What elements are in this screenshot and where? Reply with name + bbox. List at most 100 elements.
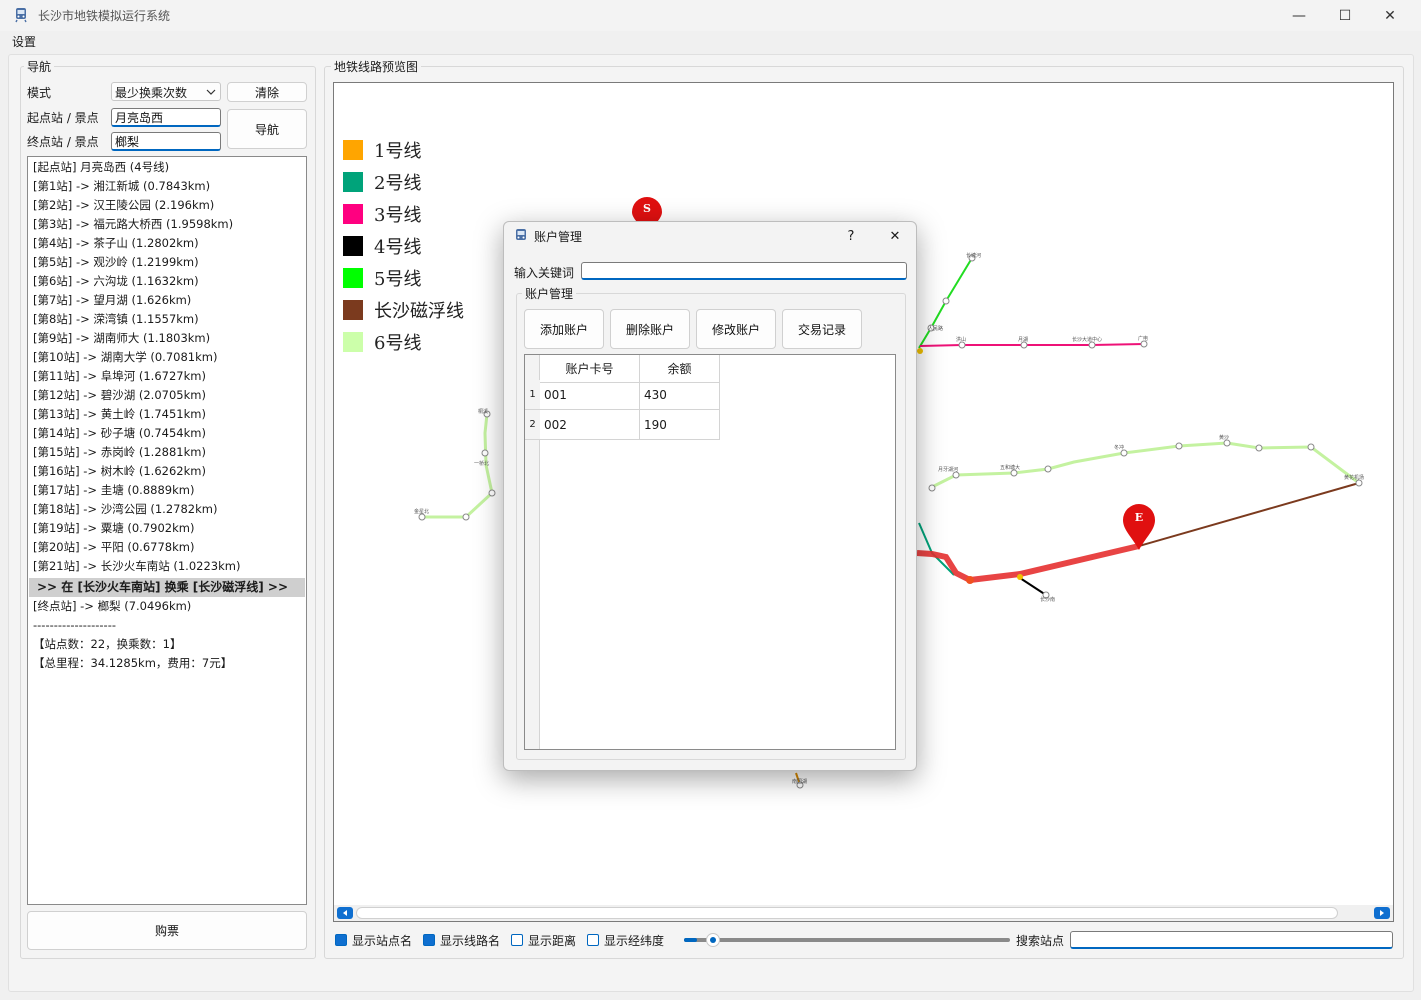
- keyword-input[interactable]: [581, 262, 907, 280]
- legend-label: 长沙磁浮线: [374, 301, 464, 322]
- transfer-station-dot: [1017, 574, 1023, 580]
- route-step: [第20站] -> 平阳 (0.6778km): [33, 540, 195, 554]
- help-button[interactable]: ?: [838, 222, 864, 250]
- route-step: [第19站] -> 粟塘 (0.7902km): [33, 521, 195, 535]
- start-label: 起点站 / 景点: [27, 111, 99, 125]
- menu-bar: [0, 31, 1421, 50]
- svg-text:南国湖: 南国湖: [792, 778, 807, 785]
- legend-label: 4号线: [374, 237, 422, 258]
- mode-select[interactable]: 最少换乘次数: [111, 82, 221, 101]
- buy-ticket-button[interactable]: 购票: [27, 911, 307, 950]
- scroll-left-icon: [343, 910, 347, 916]
- add-account-button[interactable]: 添加账户: [524, 309, 604, 349]
- menu-settings[interactable]: 设置: [12, 33, 36, 50]
- route-step: [第6站] -> 六沟垅 (1.1632km): [33, 274, 199, 288]
- route-step: [起点站] 月亮岛西 (4号线): [33, 160, 170, 174]
- route-step: [第12站] -> 碧沙湖 (2.0705km): [33, 388, 206, 402]
- end-station-input[interactable]: [111, 132, 221, 151]
- navigate-button[interactable]: 导航: [227, 109, 307, 149]
- map-horizontal-scrollbar[interactable]: [334, 905, 1393, 921]
- svg-text:五和塘大: 五和塘大: [1000, 464, 1020, 471]
- zoom-slider-thumb[interactable]: [706, 933, 721, 947]
- clear-button[interactable]: 清除: [227, 82, 307, 102]
- svg-text:月牙湖河: 月牙湖河: [938, 466, 958, 473]
- account-table[interactable]: 账户卡号 余额 1 001 430 2 002 190: [524, 354, 896, 750]
- zoom-slider-fill: [684, 938, 698, 942]
- column-header-card[interactable]: 账户卡号: [540, 355, 640, 383]
- legend-label: 1号线: [374, 141, 422, 162]
- search-station-input[interactable]: [1070, 931, 1393, 949]
- route-summary-distance: 【总里程：34.1285km，费用：7元】: [33, 656, 233, 670]
- route-result-list[interactable]: [起点站] 月亮岛西 (4号线) [第1站] -> 湘江新城 (0.7843km)…: [27, 156, 307, 905]
- edit-account-button[interactable]: 修改账户: [696, 309, 776, 349]
- legend-item: 3号线: [343, 203, 421, 226]
- route-step: [第16站] -> 树木岭 (1.6262km): [33, 464, 206, 478]
- route-step: [第18站] -> 沙湾公园 (1.2782km): [33, 502, 218, 516]
- row-header[interactable]: 2: [525, 410, 540, 440]
- route-step: [第21站] -> 长沙火车南站 (1.0223km): [33, 559, 241, 573]
- row-header[interactable]: 1: [525, 380, 540, 410]
- close-button[interactable]: ✕: [1367, 0, 1413, 31]
- legend-swatch: [343, 268, 363, 288]
- svg-text:冬冲: 冬冲: [1114, 444, 1124, 451]
- minimize-button[interactable]: —: [1276, 0, 1322, 31]
- line3-track: [919, 343, 1145, 347]
- show-line-name-label: 显示线路名: [440, 934, 501, 948]
- line6-track-east: [929, 441, 1360, 490]
- show-station-name-label: 显示站点名: [352, 934, 413, 948]
- route-step: [第1站] -> 湘江新城 (0.7843km): [33, 179, 211, 193]
- window-title: 长沙市地铁模拟运行系统: [38, 9, 171, 23]
- svg-text:一桥北: 一桥北: [474, 460, 489, 467]
- close-icon: ✕: [889, 228, 901, 244]
- svg-text:洪山: 洪山: [956, 336, 966, 343]
- svg-text:长塘河: 长塘河: [966, 252, 981, 259]
- show-distance-checkbox[interactable]: [511, 934, 523, 946]
- zoom-slider-track: [684, 938, 1010, 942]
- route-step: [第11站] -> 阜埠河 (1.6727km): [33, 369, 206, 383]
- line4-track: [1019, 577, 1047, 596]
- start-station-input[interactable]: [111, 108, 221, 127]
- transaction-history-button[interactable]: 交易记录: [782, 309, 862, 349]
- route-step: [第9站] -> 湖南师大 (1.1803km): [33, 331, 211, 345]
- dialog-close-button[interactable]: ✕: [880, 222, 910, 250]
- table-cell-balance[interactable]: 190: [640, 410, 720, 440]
- scroll-left-button[interactable]: [337, 907, 353, 919]
- end-marker-label: E: [1134, 511, 1144, 524]
- column-header-balance[interactable]: 余额: [640, 355, 720, 383]
- table-cell-card[interactable]: 001: [540, 380, 640, 410]
- transfer-line: >> 在 [长沙火车南站] 换乘 [长沙磁浮线] >>: [29, 578, 305, 597]
- title-bar: [0, 0, 1421, 31]
- show-coordinates-checkbox[interactable]: [587, 934, 599, 946]
- show-line-name-checkbox[interactable]: [423, 934, 435, 946]
- route-step: [第4站] -> 茶子山 (1.2802km): [33, 236, 199, 250]
- maximize-icon: ☐: [1338, 7, 1352, 24]
- table-cell-card[interactable]: 002: [540, 410, 640, 440]
- scroll-right-button[interactable]: [1374, 907, 1390, 919]
- legend-item: 5号线: [343, 267, 422, 290]
- show-station-name-checkbox[interactable]: [335, 934, 347, 946]
- legend-swatch: [343, 140, 363, 160]
- zoom-slider[interactable]: [684, 933, 1010, 947]
- svg-text:广电: 广电: [1138, 335, 1148, 342]
- scroll-right-icon: [1380, 910, 1384, 916]
- start-station-dot: [917, 348, 923, 354]
- route-highlight: [916, 543, 1140, 584]
- delete-account-button[interactable]: 删除账户: [610, 309, 690, 349]
- maximize-button[interactable]: ☐: [1322, 0, 1368, 31]
- legend-item: 长沙磁浮线: [343, 299, 464, 322]
- help-icon: ?: [847, 228, 855, 244]
- route-separator: --------------------: [33, 618, 116, 632]
- scroll-thumb[interactable]: [356, 907, 1338, 919]
- show-coordinates-label: 显示经纬度: [604, 934, 665, 948]
- table-cell-balance[interactable]: 430: [640, 380, 720, 410]
- legend-label: 2号线: [374, 173, 422, 194]
- svg-text:黄花机场: 黄花机场: [1344, 474, 1364, 481]
- legend-item: 2号线: [343, 171, 422, 194]
- route-step: [第10站] -> 湖南大学 (0.7081km): [33, 350, 218, 364]
- legend-swatch: [343, 204, 363, 224]
- legend-label: 5号线: [374, 269, 422, 290]
- dialog-title: 账户管理: [534, 230, 583, 244]
- route-station-dot: [966, 576, 974, 584]
- nav-group-title: 导航: [24, 58, 55, 75]
- end-label: 终点站 / 景点: [27, 135, 99, 149]
